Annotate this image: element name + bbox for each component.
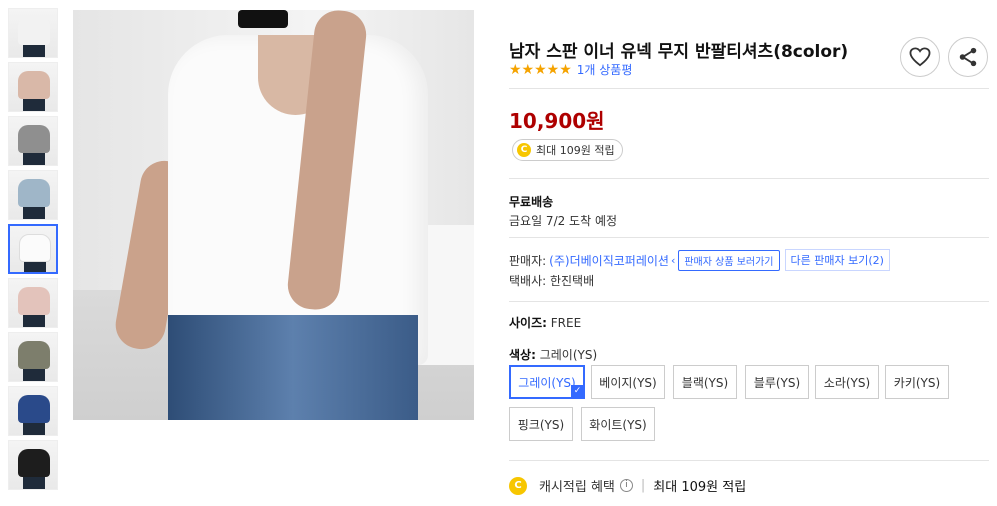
color-option-black[interactable]: 블랙(YS) xyxy=(673,365,737,399)
product-title: 남자 스판 이너 유넥 무지 반팔티셔츠(8color) xyxy=(509,42,849,62)
share-icon xyxy=(959,47,977,67)
thumbnail-8[interactable] xyxy=(8,386,58,436)
model-phone xyxy=(238,10,288,28)
color-row: 색상: 그레이(YS) xyxy=(509,346,597,363)
seller-label: 판매자: xyxy=(509,253,547,268)
color-option-beige[interactable]: 베이지(YS) xyxy=(591,365,665,399)
cash-benefit-row: C 캐시적립 혜택 i | 최대 109원 적립 xyxy=(509,476,746,495)
cash-reward-badge: C 최대 109원 적립 xyxy=(512,139,623,161)
option-label: 그레이(YS) xyxy=(518,375,576,390)
thumbnail-3[interactable] xyxy=(8,116,58,166)
seller-name-link[interactable]: (주)더베이직코퍼레이션 xyxy=(549,252,669,269)
color-option-khaki[interactable]: 카키(YS) xyxy=(885,365,949,399)
shipping-date: 금요일 7/2 도착 예정 xyxy=(509,214,618,228)
heart-icon xyxy=(909,47,931,67)
price: 10,900원 xyxy=(509,109,605,133)
model-jeans xyxy=(168,315,418,420)
thumbnail-1[interactable] xyxy=(8,8,58,58)
courier-info: 택배사: 한진택배 xyxy=(509,274,595,288)
color-option-white[interactable]: 화이트(YS) xyxy=(581,407,655,441)
view-seller-products-button[interactable]: 판매자 상품 보러가기 xyxy=(678,249,780,271)
thumbnail-2[interactable] xyxy=(8,62,58,112)
thumbnail-list xyxy=(8,8,58,494)
thumbnail-9[interactable] xyxy=(8,440,58,490)
thumbnail-6[interactable] xyxy=(8,278,58,328)
divider xyxy=(509,237,989,238)
option-label: 블루(YS) xyxy=(753,375,801,390)
size-row: 사이즈: FREE xyxy=(509,314,581,331)
thumbnail-7[interactable] xyxy=(8,332,58,382)
color-option-gray[interactable]: 그레이(YS) ✓ xyxy=(509,365,585,399)
color-option-pink[interactable]: 핑크(YS) xyxy=(509,407,573,441)
option-label: 화이트(YS) xyxy=(589,417,647,432)
cash-reward-text: 최대 109원 적립 xyxy=(536,144,615,157)
coin-icon: C xyxy=(517,143,531,157)
option-label: 핑크(YS) xyxy=(517,417,565,432)
check-icon: ✓ xyxy=(571,385,584,398)
divider xyxy=(509,178,989,179)
option-label: 블랙(YS) xyxy=(681,375,729,390)
size-value: FREE xyxy=(550,316,582,330)
review-count-link[interactable]: 1개 상품평 xyxy=(577,61,633,78)
main-product-image xyxy=(73,10,474,420)
color-label: 색상: xyxy=(509,348,536,362)
option-label: 카키(YS) xyxy=(893,375,941,390)
divider xyxy=(509,88,989,89)
cash-benefit-value: 최대 109원 적립 xyxy=(653,480,747,495)
thumbnail-4[interactable] xyxy=(8,170,58,220)
chevron-left-icon: ‹ xyxy=(670,253,676,267)
divider xyxy=(509,301,989,302)
coin-icon: C xyxy=(509,476,527,495)
option-label: 베이지(YS) xyxy=(599,375,657,390)
cash-benefit-label: 캐시적립 혜택 xyxy=(539,480,615,495)
share-button[interactable] xyxy=(948,37,988,77)
size-label: 사이즈: xyxy=(509,316,547,330)
thumbnail-5-selected[interactable] xyxy=(8,224,58,274)
shipping-title: 무료배송 xyxy=(509,195,554,209)
seller-row: 판매자: (주)더베이직코퍼레이션 ‹ 판매자 상품 보러가기 다른 판매자 보… xyxy=(509,249,890,271)
info-icon[interactable]: i xyxy=(619,479,633,492)
star-rating: ★★★★★ xyxy=(509,61,572,78)
other-sellers-button[interactable]: 다른 판매자 보기(2) xyxy=(784,249,890,271)
color-option-sky[interactable]: 소라(YS) xyxy=(815,365,879,399)
wishlist-button[interactable] xyxy=(900,37,940,77)
color-value: 그레이(YS) xyxy=(539,348,598,362)
option-label: 소라(YS) xyxy=(823,375,871,390)
color-option-blue[interactable]: 블루(YS) xyxy=(745,365,809,399)
rating-row: ★★★★★ 1개 상품평 xyxy=(509,61,632,78)
separator: | xyxy=(640,478,646,493)
divider xyxy=(509,460,989,461)
